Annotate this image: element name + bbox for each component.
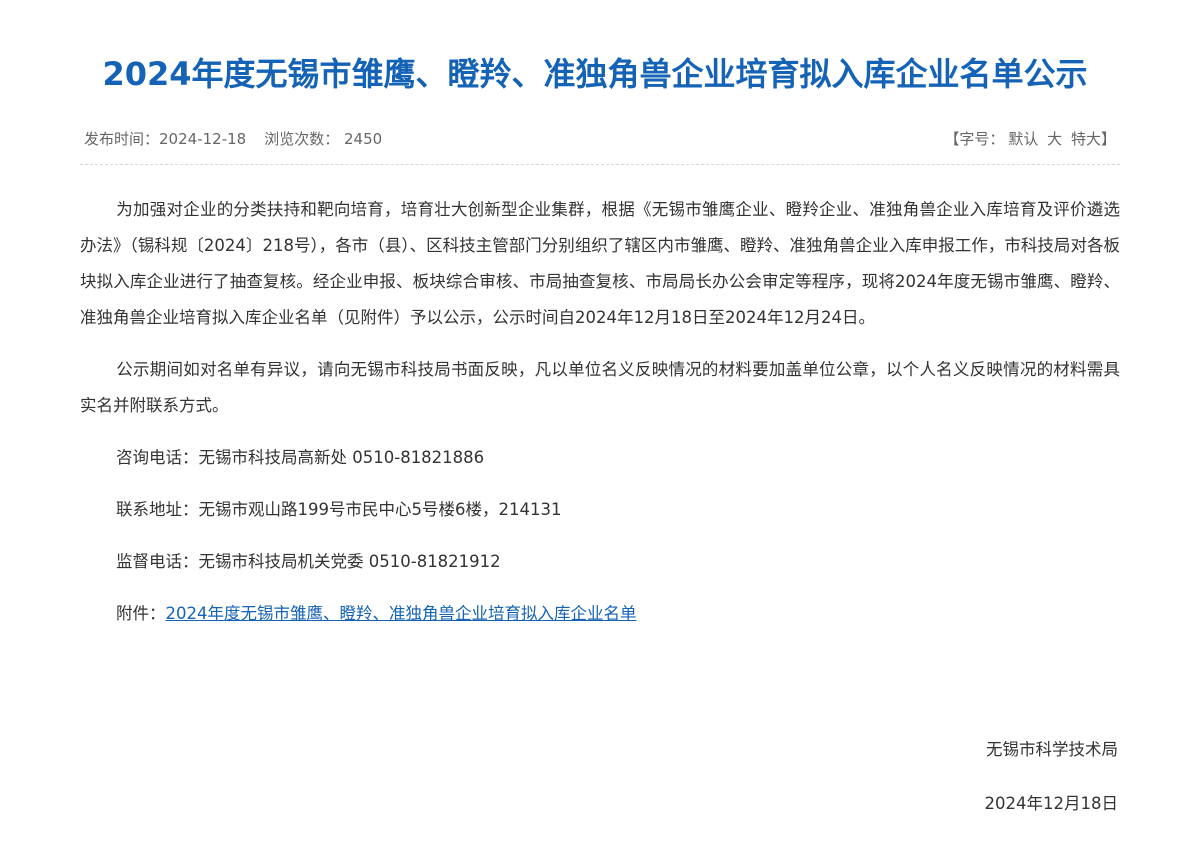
signature-date: 2024年12月18日	[984, 794, 1118, 813]
view-count-value: 2450	[344, 130, 383, 148]
publish-time-value: 2024-12-18	[159, 130, 247, 148]
supervise-phone-line: 监督电话：无锡市科技局机关党委 0510-81821912	[116, 552, 501, 571]
page-title: 2024年度无锡市雏鹰、瞪羚、准独角兽企业培育拟入库企业名单公示	[102, 55, 1088, 93]
attachment-label: 附件：	[116, 604, 166, 623]
article-body: 为加强对企业的分类扶持和靶向培育，培育壮大创新型企业集群，根据《无锡市雏鹰企业、…	[80, 192, 1120, 632]
font-size-default-option[interactable]: 默认	[1008, 130, 1038, 148]
contact-address-line: 联系地址：无锡市观山路199号市民中心5号楼6楼，214131	[116, 500, 562, 519]
font-size-large-option[interactable]: 大	[1047, 130, 1062, 148]
signature-organization: 无锡市科学技术局	[986, 740, 1118, 759]
view-count: 浏览次数： 2450	[264, 122, 382, 156]
publish-time-label: 发布时间：	[84, 130, 160, 148]
font-size-switcher: 【字号： 默认 大 特大】	[944, 122, 1116, 156]
article-meta-bar: 发布时间：2024-12-18 浏览次数： 2450 【字号： 默认 大 特大】	[80, 122, 1120, 165]
view-count-label: 浏览次数：	[264, 130, 340, 148]
attachment-link[interactable]: 2024年度无锡市雏鹰、瞪羚、准独角兽企业培育拟入库企业名单	[166, 604, 637, 623]
font-size-label: 【字号：	[944, 130, 1005, 148]
consult-phone-line: 咨询电话：无锡市科技局高新处 0510-81821886	[116, 448, 485, 467]
publish-time: 发布时间：2024-12-18	[84, 122, 246, 156]
body-paragraph-objection: 公示期间如对名单有异议，请向无锡市科技局书面反映，凡以单位名义反映情况的材料要加…	[80, 360, 1120, 415]
font-size-xlarge-option[interactable]: 特大	[1071, 130, 1101, 148]
article-meta-info: 发布时间：2024-12-18 浏览次数： 2450	[84, 122, 382, 156]
font-size-bracket-close: 】	[1100, 130, 1116, 148]
body-paragraph-announcement: 为加强对企业的分类扶持和靶向培育，培育壮大创新型企业集群，根据《无锡市雏鹰企业、…	[80, 200, 1120, 327]
article-page: 2024年度无锡市雏鹰、瞪羚、准独角兽企业培育拟入库企业名单公示 发布时间：20…	[0, 0, 1190, 850]
attachment-line: 附件：2024年度无锡市雏鹰、瞪羚、准独角兽企业培育拟入库企业名单	[80, 596, 1120, 632]
